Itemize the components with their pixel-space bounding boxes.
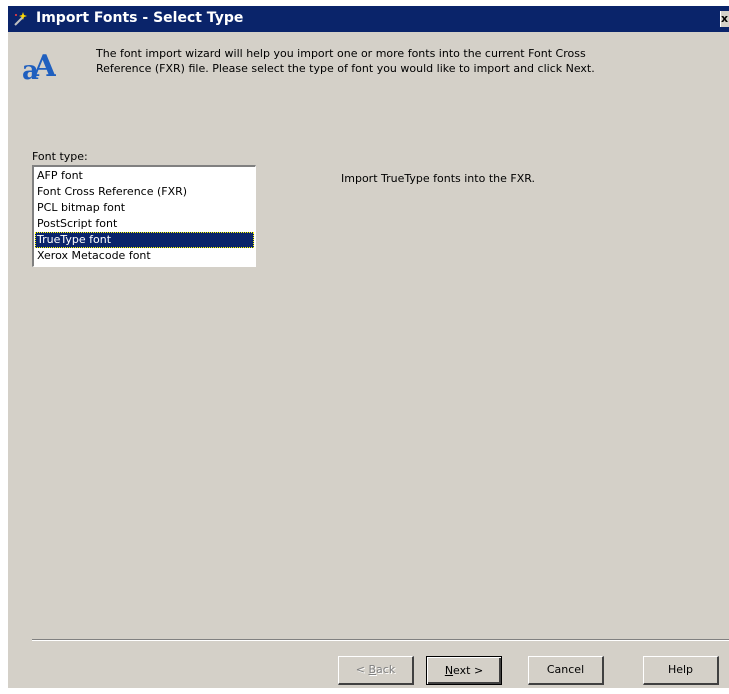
- window-title: Import Fonts - Select Type: [36, 10, 244, 26]
- intro-line-2: Reference (FXR) file. Please select the …: [96, 62, 595, 75]
- font-type-listbox[interactable]: AFP font Font Cross Reference (FXR) PCL …: [32, 165, 256, 267]
- next-rest: ext >: [453, 663, 484, 677]
- svg-text:A: A: [32, 49, 56, 82]
- list-item-postscript[interactable]: PostScript font: [35, 216, 254, 232]
- back-mnemonic: B: [368, 663, 377, 676]
- list-item-xerox-metacode[interactable]: Xerox Metacode font: [35, 248, 254, 264]
- back-button[interactable]: < Back: [338, 656, 414, 685]
- intro-line-1: The font import wizard will help you imp…: [96, 47, 586, 60]
- back-prefix: <: [355, 663, 369, 676]
- wizard-wand-icon: [14, 12, 27, 26]
- cancel-button[interactable]: Cancel: [528, 656, 604, 685]
- next-button[interactable]: Next >: [426, 656, 502, 685]
- next-mnemonic: N: [444, 663, 454, 677]
- list-item-pcl-bitmap[interactable]: PCL bitmap font: [35, 200, 254, 216]
- back-rest: ack: [376, 663, 396, 676]
- list-item-afp[interactable]: AFP font: [35, 168, 254, 184]
- button-separator: [32, 639, 729, 641]
- title-bar[interactable]: Import Fonts - Select Type x: [8, 6, 729, 32]
- font-type-label: Font type:: [32, 150, 88, 163]
- font-a-icon: a A: [22, 49, 56, 82]
- list-item-truetype[interactable]: TrueType font: [35, 232, 254, 248]
- close-icon[interactable]: x: [720, 11, 729, 27]
- import-fonts-dialog: Import Fonts - Select Type x a A The fon…: [8, 6, 729, 688]
- font-type-description: Import TrueType fonts into the FXR.: [341, 172, 535, 185]
- list-item-fxr[interactable]: Font Cross Reference (FXR): [35, 184, 254, 200]
- wizard-intro-text: The font import wizard will help you imp…: [96, 46, 716, 76]
- help-button[interactable]: Help: [643, 656, 719, 685]
